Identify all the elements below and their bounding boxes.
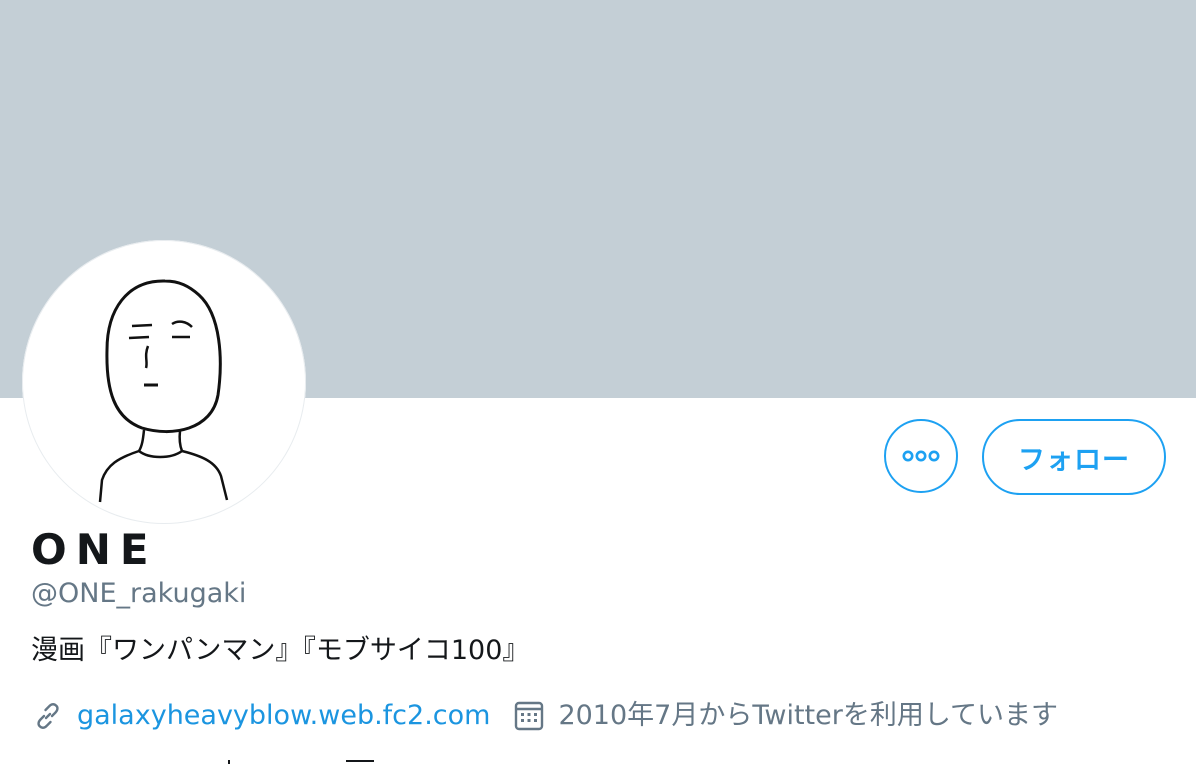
more-dots-icon bbox=[902, 450, 940, 462]
profile-bio: 漫画『ワンパンマン』『モブサイコ100』 bbox=[31, 635, 530, 666]
follow-button[interactable]: フォロー bbox=[982, 419, 1166, 495]
avatar-drawing bbox=[98, 279, 229, 503]
joined-date: 2010年7月からTwitterを利用しています bbox=[558, 700, 1059, 731]
more-options-button[interactable] bbox=[884, 419, 958, 493]
display-name: ONE bbox=[31, 525, 158, 574]
cropped-stats-row bbox=[228, 760, 374, 764]
profile-page: フォロー ONE @ONE_rakugaki 漫画『ワンパンマン』『モブサイコ1… bbox=[0, 0, 1196, 764]
link-icon bbox=[31, 699, 65, 733]
website-link[interactable]: galaxyheavyblow.web.fc2.com bbox=[77, 696, 490, 736]
profile-handle: @ONE_rakugaki bbox=[31, 578, 247, 609]
avatar[interactable] bbox=[22, 240, 306, 524]
calendar-icon bbox=[512, 699, 546, 733]
profile-meta: galaxyheavyblow.web.fc2.com 2010年7月からTwi… bbox=[31, 694, 1058, 738]
